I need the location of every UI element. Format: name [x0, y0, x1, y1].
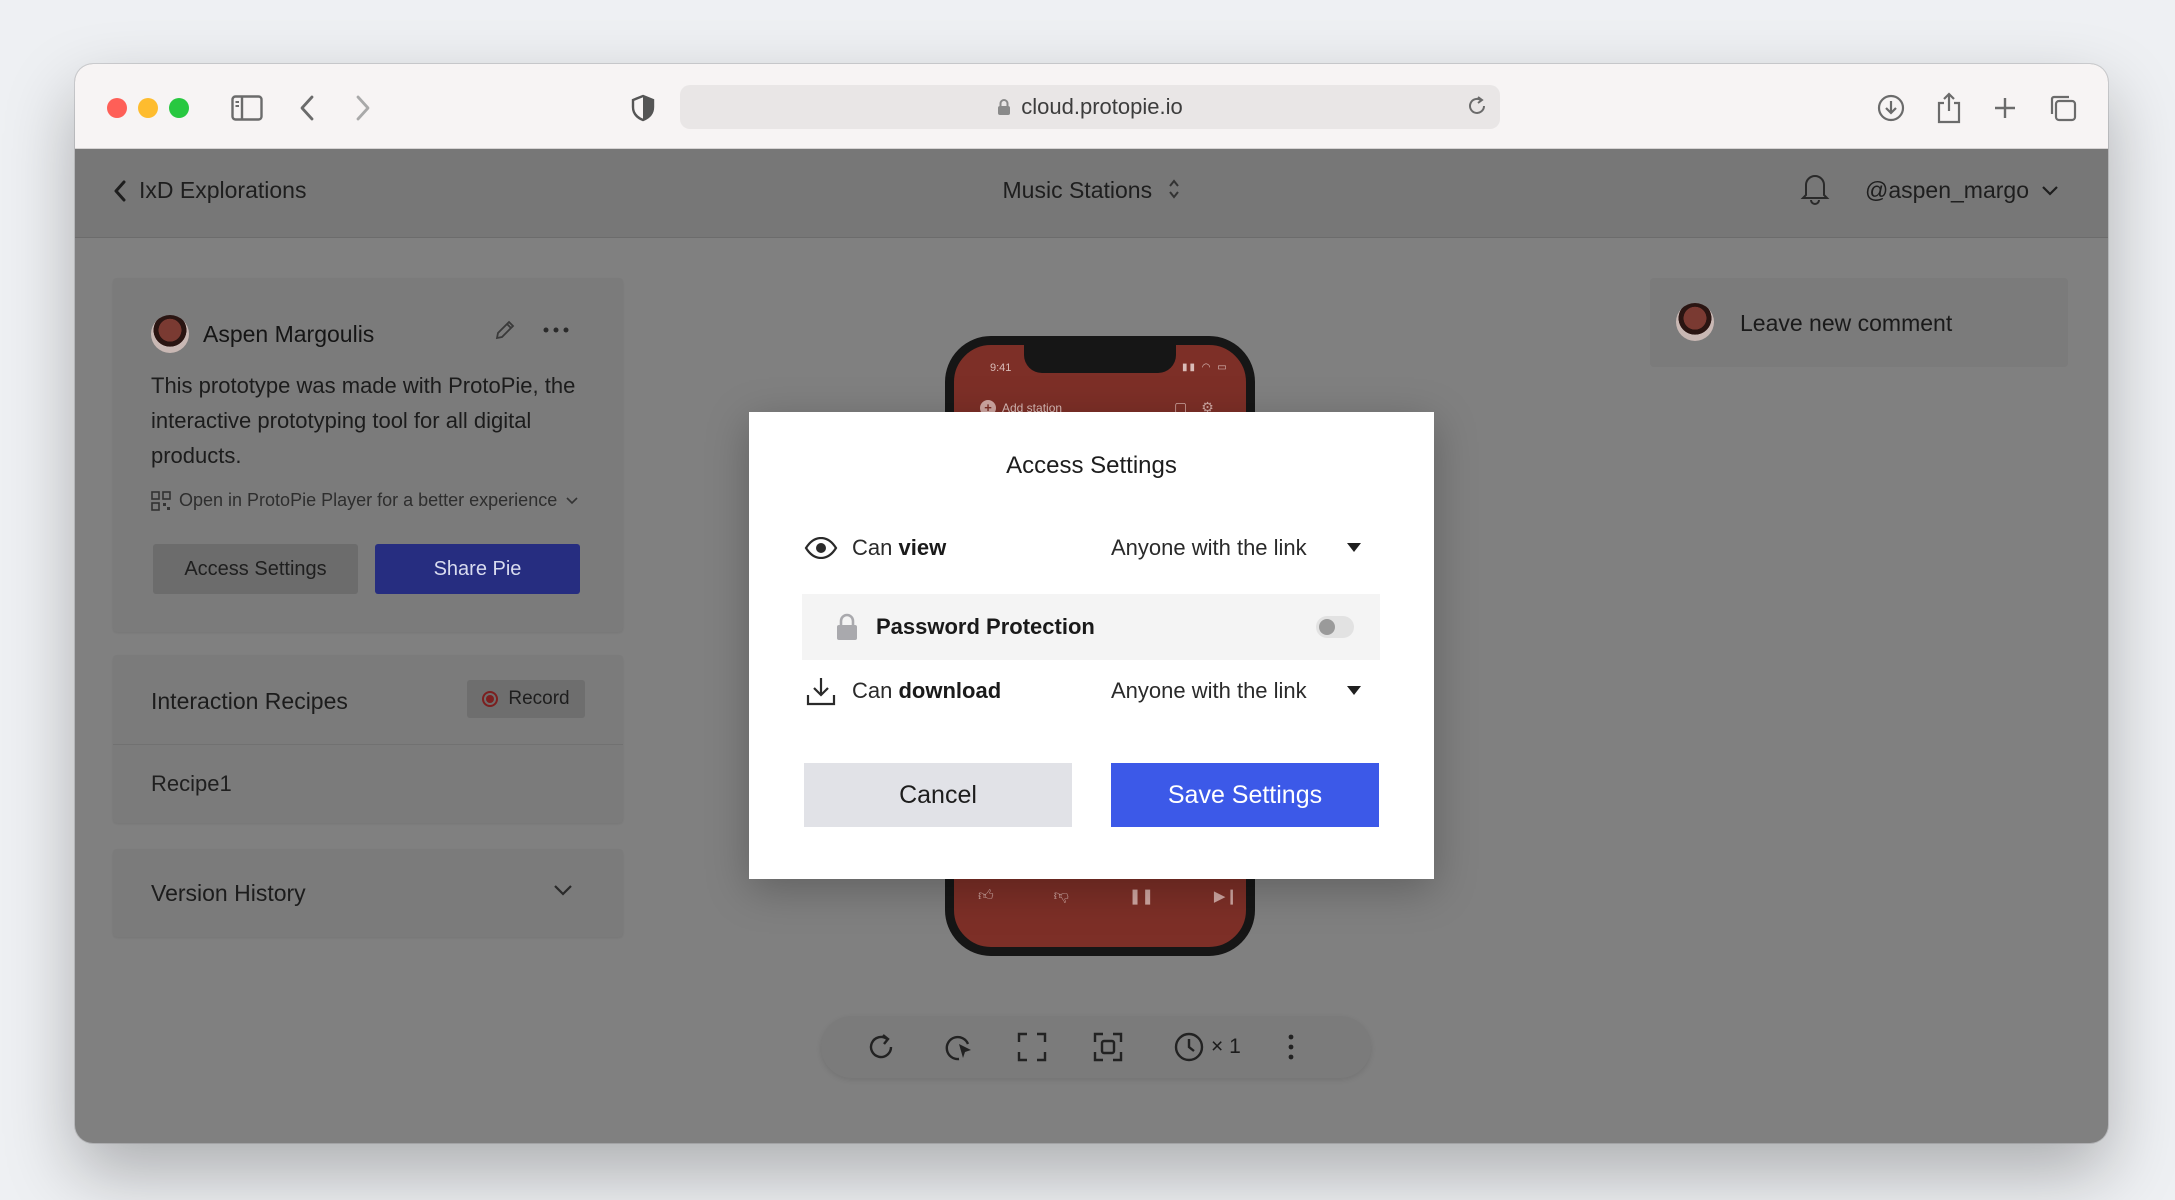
playback-speed-control[interactable]: × 1	[1173, 1027, 1241, 1067]
eye-icon	[804, 537, 838, 559]
lock-icon	[997, 98, 1011, 116]
access-settings-button[interactable]: Access Settings	[153, 544, 358, 594]
pencil-icon[interactable]	[493, 318, 517, 347]
caret-down-icon	[1347, 543, 1361, 552]
share-pie-button[interactable]: Share Pie	[375, 544, 580, 594]
privacy-shield-icon[interactable]	[623, 88, 663, 128]
version-history-panel[interactable]: Version History	[113, 849, 623, 937]
password-protection-label: Password Protection	[876, 614, 1095, 639]
prototype-info-panel: Aspen Margoulis This prototype was made …	[113, 278, 623, 632]
download-permission-select[interactable]: Anyone with the link	[1111, 670, 1361, 712]
phone-status-time: 9:41	[990, 362, 1012, 374]
view-permission-select[interactable]: Anyone with the link	[1111, 527, 1361, 569]
thumbs-up-icon: 👍︎	[978, 887, 994, 904]
download-permission-label: Can download	[852, 678, 1002, 703]
forward-arrow-icon[interactable]	[343, 88, 383, 128]
access-settings-dialog: Access Settings Can view Anyone with the…	[749, 412, 1434, 879]
password-protection-row: Password Protection	[802, 594, 1380, 660]
record-button[interactable]: Record	[467, 680, 585, 718]
password-protection-toggle[interactable]	[1316, 616, 1354, 638]
player-hint-text: Open in ProtoPie Player for a better exp…	[179, 490, 558, 510]
divider	[113, 744, 623, 745]
cancel-button[interactable]: Cancel	[804, 763, 1072, 827]
tab-overview-icon[interactable]	[2043, 88, 2083, 128]
phone-status-icons: ▮▮ ◠ ▭	[1182, 362, 1229, 373]
back-arrow-icon[interactable]	[287, 88, 327, 128]
share-icon[interactable]	[1929, 88, 1969, 128]
speed-label: × 1	[1211, 1035, 1241, 1058]
maximize-window-button[interactable]	[169, 98, 189, 118]
phone-notch	[1024, 345, 1176, 373]
restart-icon[interactable]	[865, 1027, 897, 1067]
author-name: Aspen Margoulis	[203, 321, 375, 347]
downloads-icon[interactable]	[1871, 88, 1911, 128]
caret-down-icon	[1347, 686, 1361, 695]
list-item[interactable]: Recipe1	[151, 771, 232, 797]
project-title: Music Stations	[1002, 177, 1153, 203]
fit-screen-icon[interactable]	[1093, 1027, 1123, 1067]
download-icon	[804, 676, 838, 706]
username: @aspen_margo	[1865, 177, 2029, 203]
new-tab-icon[interactable]	[1985, 88, 2025, 128]
player-toolbar: × 1	[821, 1016, 1371, 1078]
interaction-recipes-panel: Interaction Recipes Record Recipe1	[113, 655, 623, 823]
url-text: cloud.protopie.io	[1021, 94, 1183, 119]
dialog-title: Access Settings	[1006, 452, 1177, 479]
user-avatar	[1676, 303, 1714, 341]
author-avatar	[151, 315, 189, 353]
skip-icon: ▶❙	[1213, 888, 1238, 905]
minimize-window-button[interactable]	[138, 98, 158, 118]
user-menu[interactable]: @aspen_margo	[1865, 177, 2059, 204]
recipes-title: Interaction Recipes	[151, 688, 348, 714]
address-bar[interactable]: cloud.protopie.io	[680, 85, 1500, 129]
app-header: IxD Explorations Music Stations @aspen_m…	[75, 149, 2108, 238]
more-options-icon[interactable]	[543, 321, 569, 339]
record-label: Record	[508, 688, 570, 709]
comment-box[interactable]: Leave new comment	[1650, 278, 2068, 367]
reload-icon[interactable]	[1466, 94, 1488, 124]
chevron-down-icon[interactable]	[553, 883, 573, 901]
qr-code-icon	[151, 490, 171, 511]
notification-bell-icon[interactable]	[1800, 171, 1830, 210]
pause-icon: ❚❚	[1128, 888, 1154, 905]
leave-comment-placeholder: Leave new comment	[1740, 310, 1953, 336]
close-window-button[interactable]	[107, 98, 127, 118]
download-permission-value: Anyone with the link	[1111, 678, 1307, 703]
view-permission-value: Anyone with the link	[1111, 535, 1307, 560]
up-down-chevron-icon	[1168, 178, 1180, 206]
chevron-down-icon	[565, 496, 579, 506]
phone-playback-controls: 👍︎ 👎︎ ❚❚ ▶❙	[978, 887, 1238, 905]
save-settings-button[interactable]: Save Settings	[1111, 763, 1379, 827]
record-icon	[482, 691, 499, 707]
browser-window: cloud.protopie.io IxD Explorations Music…	[75, 64, 2108, 1143]
lock-icon	[836, 613, 858, 641]
browser-toolbar: cloud.protopie.io	[75, 64, 2108, 149]
thumbs-down-icon: 👎︎	[1053, 887, 1069, 904]
fullscreen-icon[interactable]	[1017, 1027, 1047, 1067]
version-history-title: Version History	[151, 880, 306, 906]
hotspot-hint-icon[interactable]	[941, 1027, 975, 1067]
more-vertical-icon[interactable]	[1287, 1027, 1295, 1067]
open-in-player-link[interactable]: Open in ProtoPie Player for a better exp…	[151, 490, 579, 511]
sidebar-toggle-icon[interactable]	[227, 88, 267, 128]
view-permission-row: Can view Anyone with the link	[804, 527, 1361, 569]
prototype-description: This prototype was made with ProtoPie, t…	[151, 373, 576, 468]
view-permission-label: Can view	[852, 535, 947, 560]
download-permission-row: Can download Anyone with the link	[804, 670, 1361, 712]
clock-icon	[1174, 1032, 1204, 1062]
chevron-down-icon	[2042, 185, 2058, 196]
